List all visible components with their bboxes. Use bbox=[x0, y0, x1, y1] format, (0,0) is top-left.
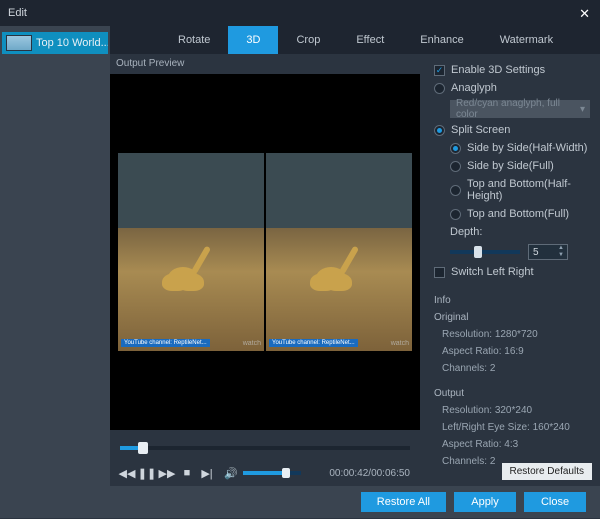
sbs-full-label: Side by Side(Full) bbox=[467, 160, 554, 172]
original-aspect: Aspect Ratio: 16:9 bbox=[434, 343, 590, 360]
enable-3d-label: Enable 3D Settings bbox=[451, 64, 545, 76]
preview-pane: Output Preview YouTube channel: ReptileN… bbox=[110, 54, 420, 486]
output-header: Output bbox=[434, 385, 590, 402]
depth-input[interactable]: 5 ▲▼ bbox=[528, 244, 568, 260]
source-badge: YouTube channel: ReptileNet... bbox=[269, 339, 358, 347]
split-screen-label: Split Screen bbox=[451, 124, 510, 136]
sbs-half-label: Side by Side(Half-Width) bbox=[467, 142, 587, 154]
video-thumbnail bbox=[6, 35, 32, 51]
original-header: Original bbox=[434, 309, 590, 326]
enable-3d-checkbox[interactable] bbox=[434, 65, 445, 76]
depth-up-icon[interactable]: ▲ bbox=[556, 245, 566, 252]
file-sidebar: Top 10 World... bbox=[0, 26, 110, 486]
watermark-text: watch bbox=[391, 340, 409, 347]
stop-button[interactable]: ■ bbox=[180, 466, 194, 480]
restore-defaults-button[interactable]: Restore Defaults bbox=[502, 463, 592, 480]
tab-watermark[interactable]: Watermark bbox=[482, 26, 571, 54]
tab-full-radio[interactable] bbox=[450, 209, 461, 220]
original-resolution: Resolution: 1280*720 bbox=[434, 326, 590, 343]
tab-enhance[interactable]: Enhance bbox=[402, 26, 481, 54]
info-block: Info Original Resolution: 1280*720 Aspec… bbox=[434, 292, 590, 470]
left-eye-frame: YouTube channel: ReptileNet... watch bbox=[118, 153, 264, 351]
tab-bar: Rotate 3D Crop Effect Enhance Watermark bbox=[110, 26, 600, 54]
anaglyph-radio[interactable] bbox=[434, 83, 445, 94]
depth-down-icon[interactable]: ▼ bbox=[556, 252, 566, 259]
depth-label: Depth: bbox=[450, 226, 482, 238]
switch-lr-label: Switch Left Right bbox=[451, 266, 534, 278]
volume-icon[interactable]: 🔊 bbox=[224, 466, 238, 480]
tab-half-label: Top and Bottom(Half-Height) bbox=[467, 178, 590, 202]
sidebar-item-video[interactable]: Top 10 World... bbox=[2, 32, 108, 54]
seek-slider[interactable] bbox=[120, 446, 410, 450]
time-display: 00:00:42/00:06:50 bbox=[329, 468, 410, 479]
playback-controls: ◀◀ ❚❚ ▶▶ ■ ▶| 🔊 00:00:42/00:06:50 bbox=[120, 466, 410, 480]
anaglyph-select[interactable]: Red/cyan anaglyph, full color bbox=[450, 100, 590, 118]
tab-crop[interactable]: Crop bbox=[278, 26, 338, 54]
sbs-half-radio[interactable] bbox=[450, 143, 461, 154]
close-icon[interactable]: ✕ bbox=[579, 6, 590, 22]
output-aspect: Aspect Ratio: 4:3 bbox=[434, 436, 590, 453]
depth-slider[interactable] bbox=[450, 250, 520, 254]
window-title: Edit bbox=[8, 7, 27, 19]
edit-window: Edit ✕ Top 10 World... Rotate 3D Crop Ef… bbox=[0, 0, 600, 519]
output-eye-size: Left/Right Eye Size: 160*240 bbox=[434, 419, 590, 436]
tab-half-radio[interactable] bbox=[450, 185, 461, 196]
titlebar: Edit ✕ bbox=[0, 0, 600, 26]
tab-3d[interactable]: 3D bbox=[228, 26, 278, 54]
close-button[interactable]: Close bbox=[524, 492, 586, 512]
watermark-text: watch bbox=[243, 340, 261, 347]
sidebar-item-label: Top 10 World... bbox=[36, 37, 108, 49]
preview-label: Output Preview bbox=[116, 58, 184, 69]
info-header: Info bbox=[434, 292, 590, 309]
settings-panel: Enable 3D Settings Anaglyph Red/cyan ana… bbox=[420, 54, 600, 486]
sbs-full-radio[interactable] bbox=[450, 161, 461, 172]
footer: Restore All Apply Close bbox=[0, 486, 600, 518]
volume-slider[interactable] bbox=[243, 471, 301, 475]
pause-button[interactable]: ❚❚ bbox=[140, 466, 154, 480]
tab-rotate[interactable]: Rotate bbox=[160, 26, 228, 54]
source-badge: YouTube channel: ReptileNet... bbox=[121, 339, 210, 347]
restore-all-button[interactable]: Restore All bbox=[361, 492, 446, 512]
switch-lr-checkbox[interactable] bbox=[434, 267, 445, 278]
apply-button[interactable]: Apply bbox=[454, 492, 516, 512]
step-button[interactable]: ▶| bbox=[200, 466, 214, 480]
prev-button[interactable]: ◀◀ bbox=[120, 466, 134, 480]
output-resolution: Resolution: 320*240 bbox=[434, 402, 590, 419]
anaglyph-label: Anaglyph bbox=[451, 82, 497, 94]
video-preview: YouTube channel: ReptileNet... watch You… bbox=[110, 74, 420, 430]
split-screen-radio[interactable] bbox=[434, 125, 445, 136]
next-button[interactable]: ▶▶ bbox=[160, 466, 174, 480]
tab-full-label: Top and Bottom(Full) bbox=[467, 208, 569, 220]
right-eye-frame: YouTube channel: ReptileNet... watch bbox=[266, 153, 412, 351]
original-channels: Channels: 2 bbox=[434, 360, 590, 377]
tab-effect[interactable]: Effect bbox=[338, 26, 402, 54]
